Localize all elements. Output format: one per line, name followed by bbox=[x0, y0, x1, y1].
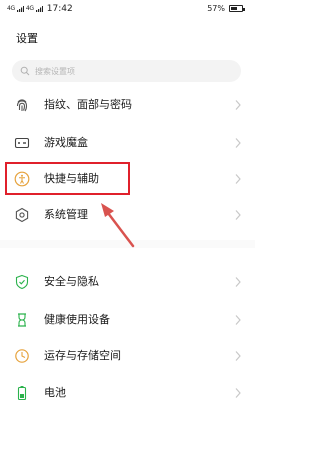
settings-item-label: 系统管理 bbox=[44, 208, 88, 221]
settings-item-ram-storage[interactable]: 运存与存储空间 bbox=[0, 336, 255, 376]
settings-item-game-box[interactable]: 游戏魔盒 bbox=[0, 123, 255, 163]
status-time: 17:42 bbox=[46, 4, 73, 14]
settings-item-label: 健康使用设备 bbox=[44, 313, 110, 326]
signal-2-text: 4G bbox=[25, 5, 34, 12]
settings-item-label: 安全与隐私 bbox=[44, 275, 99, 288]
chevron-right-icon bbox=[235, 100, 241, 110]
settings-item-battery[interactable]: 电池 bbox=[0, 373, 255, 413]
hourglass-icon bbox=[18, 313, 26, 327]
settings-item-label: 游戏魔盒 bbox=[44, 136, 88, 149]
settings-item-fingerprint[interactable]: 指纹、面部与密码 bbox=[0, 85, 255, 125]
highlight-box bbox=[5, 162, 130, 195]
chevron-right-icon bbox=[235, 351, 241, 361]
section-divider bbox=[0, 240, 255, 248]
chevron-right-icon bbox=[235, 388, 241, 398]
status-left: 4G 4G 17:42 bbox=[7, 4, 73, 14]
search-icon bbox=[20, 66, 30, 76]
fingerprint-icon bbox=[16, 99, 28, 112]
status-bar: 4G 4G 17:42 57% bbox=[0, 0, 255, 18]
search-placeholder: 搜索设置项 bbox=[35, 66, 75, 76]
chevron-right-icon bbox=[235, 210, 241, 220]
search-input[interactable]: 搜索设置项 bbox=[12, 60, 241, 82]
signal-bars-icon bbox=[35, 6, 43, 12]
settings-item-security-privacy[interactable]: 安全与隐私 bbox=[0, 262, 255, 302]
settings-item-system-manage[interactable]: 系统管理 bbox=[0, 195, 255, 235]
signal-1-text: 4G bbox=[7, 5, 15, 12]
settings-item-healthy-usage[interactable]: 健康使用设备 bbox=[0, 300, 255, 340]
chevron-right-icon bbox=[235, 277, 241, 287]
storage-clock-icon bbox=[15, 349, 29, 363]
chevron-right-icon bbox=[235, 315, 241, 325]
battery-status-icon bbox=[229, 5, 245, 12]
status-right: 57% bbox=[207, 4, 245, 13]
signal-bars-icon bbox=[16, 6, 24, 12]
system-manage-icon bbox=[15, 207, 29, 223]
game-box-icon bbox=[14, 137, 30, 149]
battery-percent: 57% bbox=[207, 4, 225, 13]
chevron-right-icon bbox=[235, 138, 241, 148]
settings-item-label: 电池 bbox=[44, 386, 66, 399]
shield-icon bbox=[15, 274, 29, 290]
settings-item-label: 运存与存储空间 bbox=[44, 349, 121, 362]
page-title: 设置 bbox=[16, 32, 38, 45]
settings-item-label: 指纹、面部与密码 bbox=[44, 98, 132, 111]
battery-icon bbox=[17, 386, 27, 401]
chevron-right-icon bbox=[235, 174, 241, 184]
battery-fill bbox=[231, 7, 237, 10]
